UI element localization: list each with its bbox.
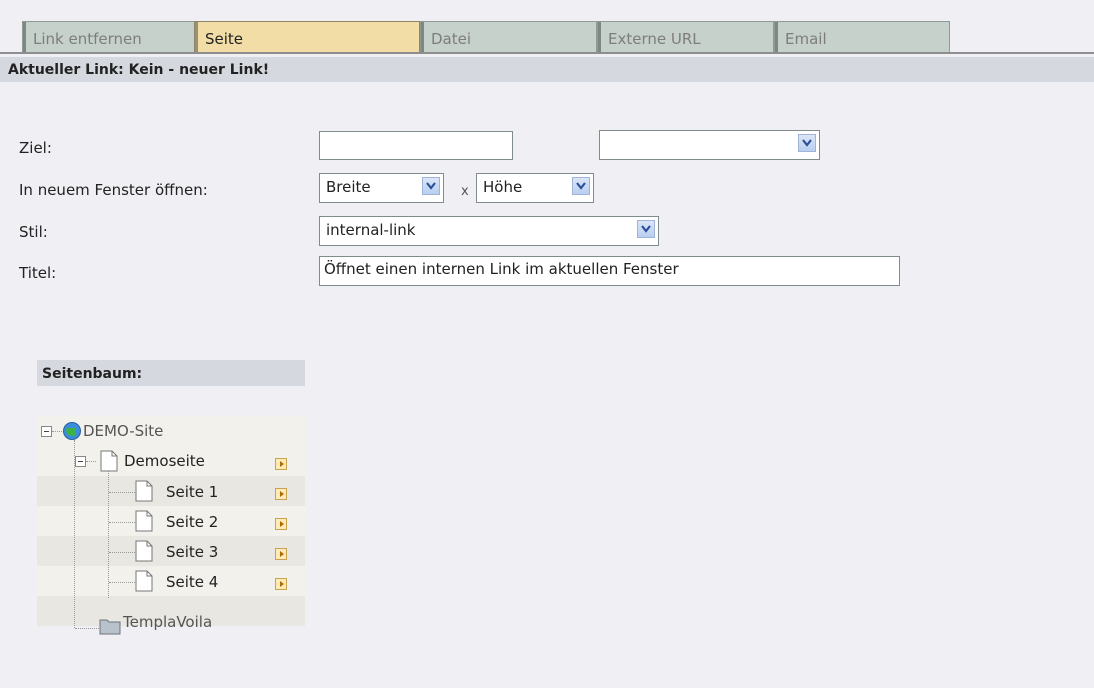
times-sign: x xyxy=(461,184,469,199)
tree-line xyxy=(109,582,135,583)
tab-label: Link entfernen xyxy=(33,30,142,48)
tree-line xyxy=(109,522,135,523)
tab-email[interactable]: Email xyxy=(774,21,950,54)
tab-datei[interactable]: Datei xyxy=(420,21,597,54)
play-arrow-icon[interactable] xyxy=(275,518,287,530)
ziel-label: Ziel: xyxy=(19,139,52,157)
tree-line xyxy=(75,628,99,629)
tree-folder-label[interactable]: TemplaVoila xyxy=(123,613,212,631)
play-arrow-icon[interactable] xyxy=(275,458,287,470)
tree-child-label[interactable]: Seite 4 xyxy=(166,573,218,591)
collapse-icon[interactable] xyxy=(75,456,86,467)
tab-bar: Link entfernen Seite Datei Externe URL E… xyxy=(0,0,1094,56)
page-icon xyxy=(135,510,153,536)
tree-line xyxy=(74,440,75,628)
height-select-value: Höhe xyxy=(483,178,523,196)
tree-child-label[interactable]: Seite 3 xyxy=(166,543,218,561)
tab-label: Email xyxy=(785,30,827,48)
chevron-down-icon xyxy=(422,177,440,195)
tree-line xyxy=(109,492,135,493)
page-icon xyxy=(100,450,118,476)
play-arrow-icon[interactable] xyxy=(275,548,287,560)
tab-divider xyxy=(0,52,1094,54)
tab-seite[interactable]: Seite xyxy=(194,21,420,54)
page-tree-heading: Seitenbaum: xyxy=(37,360,305,386)
play-arrow-icon[interactable] xyxy=(275,488,287,500)
page-tree: DEMO-Site Demoseite Seite 1 Seite 2 Seit… xyxy=(37,416,305,642)
page-icon xyxy=(135,570,153,596)
tree-child-label[interactable]: Seite 1 xyxy=(166,483,218,501)
tab-edge xyxy=(775,22,778,54)
chevron-down-icon xyxy=(637,220,655,238)
width-select-value: Breite xyxy=(326,178,371,196)
tab-edge xyxy=(598,22,601,54)
tab-edge xyxy=(195,22,198,54)
current-link-status: Aktueller Link: Kein - neuer Link! xyxy=(0,57,1094,82)
tree-line xyxy=(86,461,96,462)
chevron-down-icon xyxy=(798,134,816,152)
collapse-icon[interactable] xyxy=(41,426,52,437)
chevron-down-icon xyxy=(572,177,590,195)
page-icon xyxy=(135,480,153,506)
tab-link-entfernen[interactable]: Link entfernen xyxy=(22,21,197,54)
height-select[interactable]: Höhe xyxy=(476,173,594,203)
tab-label: Externe URL xyxy=(608,30,701,48)
stil-select-value: internal-link xyxy=(326,221,416,239)
tree-page-label[interactable]: Demoseite xyxy=(124,452,205,470)
tab-label: Seite xyxy=(205,30,244,48)
titel-input[interactable]: Öffnet einen internen Link im aktuellen … xyxy=(319,256,900,286)
tree-root-label[interactable]: DEMO-Site xyxy=(83,422,163,440)
tab-label: Datei xyxy=(431,30,472,48)
stil-label: Stil: xyxy=(19,223,48,241)
tab-edge xyxy=(23,22,26,54)
folder-icon xyxy=(99,617,121,639)
page-icon xyxy=(135,540,153,566)
tree-line xyxy=(108,470,109,598)
titel-label: Titel: xyxy=(19,264,57,282)
globe-icon xyxy=(62,421,82,445)
tree-line xyxy=(109,552,135,553)
ziel-input[interactable] xyxy=(319,131,513,160)
tree-child-label[interactable]: Seite 2 xyxy=(166,513,218,531)
tab-externe-url[interactable]: Externe URL xyxy=(597,21,774,54)
stil-select[interactable]: internal-link xyxy=(319,216,659,246)
tab-edge xyxy=(421,22,424,54)
ziel-select[interactable] xyxy=(599,130,820,160)
play-arrow-icon[interactable] xyxy=(275,578,287,590)
window-label: In neuem Fenster öffnen: xyxy=(19,181,208,199)
tree-line xyxy=(52,431,62,432)
width-select[interactable]: Breite xyxy=(319,173,444,203)
